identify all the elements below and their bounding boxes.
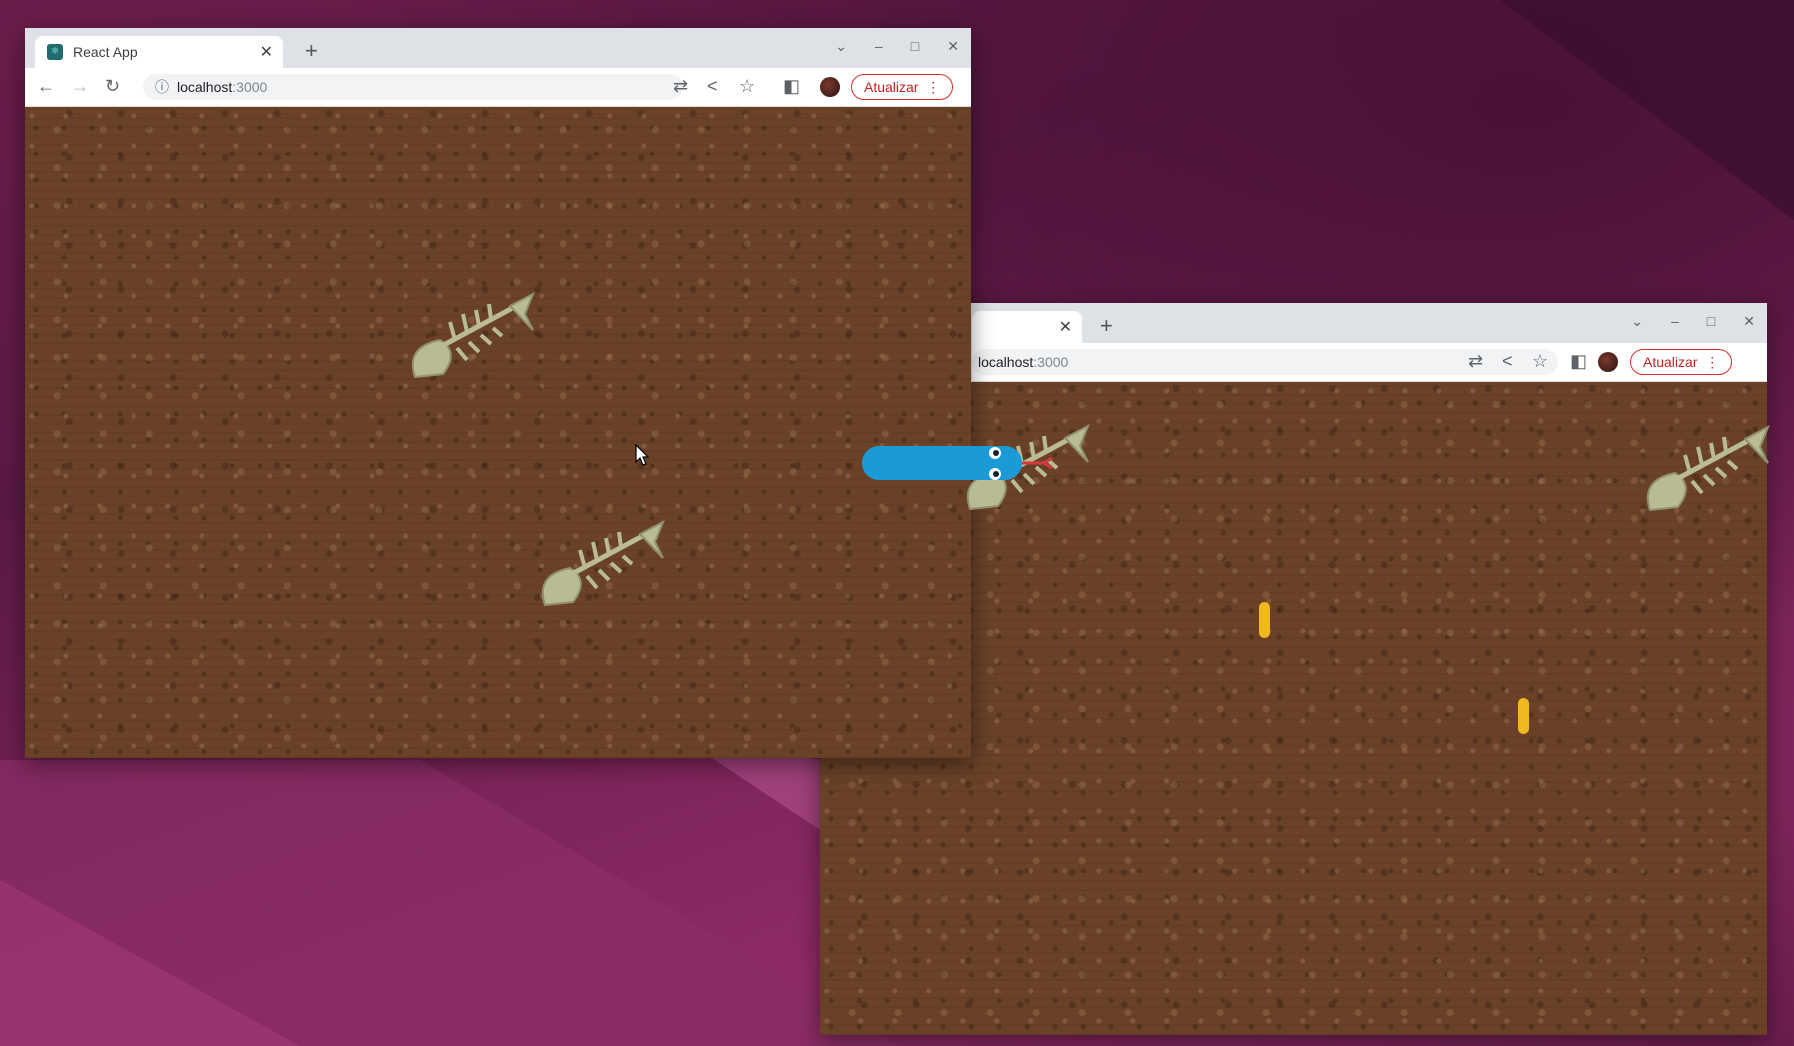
share-icon[interactable]: < bbox=[1502, 351, 1513, 372]
url-host: localhost bbox=[978, 354, 1034, 370]
update-button-label: Atualizar bbox=[864, 79, 919, 95]
tab-active[interactable]: ✕ bbox=[972, 311, 1082, 343]
minimize-icon[interactable]: – bbox=[1671, 313, 1679, 330]
reload-icon[interactable]: ↻ bbox=[105, 76, 120, 97]
mouse-cursor-icon bbox=[635, 444, 650, 466]
url-port: :3000 bbox=[1033, 354, 1069, 370]
update-button[interactable]: Atualizar ⋮ bbox=[1630, 349, 1733, 375]
maximize-icon[interactable]: □ bbox=[911, 38, 919, 55]
update-button-label: Atualizar bbox=[1643, 354, 1698, 370]
chevron-down-icon[interactable]: ⌄ bbox=[1631, 313, 1643, 330]
avatar[interactable] bbox=[1598, 352, 1618, 372]
update-button[interactable]: Atualizar ⋮ bbox=[851, 74, 954, 100]
fish-skeleton-icon bbox=[411, 292, 535, 379]
address-bar[interactable]: ⓘ localhost:3000 bbox=[143, 74, 683, 100]
maximize-icon[interactable]: □ bbox=[1707, 313, 1715, 330]
browser-window-left: ⚛ React App ✕ + ⌄ – □ ✕ ← → ↻ ⓘ localhos… bbox=[25, 28, 971, 758]
url-port: :3000 bbox=[232, 79, 268, 95]
minimize-icon[interactable]: – bbox=[875, 38, 883, 55]
window-controls: ⌄ – □ ✕ bbox=[1631, 313, 1755, 330]
sidepanel-icon[interactable]: ◧ bbox=[783, 76, 800, 97]
food-pellet bbox=[1259, 602, 1270, 638]
back-icon[interactable]: ← bbox=[37, 76, 55, 97]
window-controls: ⌄ – □ ✕ bbox=[835, 38, 959, 55]
new-tab-icon[interactable]: + bbox=[305, 38, 318, 64]
food-pellet bbox=[1518, 698, 1529, 734]
snake-player bbox=[862, 446, 1053, 480]
translate-icon[interactable]: ⇄ bbox=[673, 76, 688, 97]
share-icon[interactable]: < bbox=[707, 76, 718, 97]
tab-bar: ✕ + ⌄ – □ ✕ bbox=[972, 303, 1767, 343]
game-canvas-left[interactable] bbox=[25, 107, 971, 758]
translate-icon[interactable]: ⇄ bbox=[1468, 351, 1483, 372]
tab-bar: ⚛ React App ✕ + ⌄ – □ ✕ bbox=[25, 28, 971, 68]
site-info-icon[interactable]: ⓘ bbox=[155, 77, 169, 97]
fish-skeleton-icon bbox=[1646, 425, 1770, 512]
star-icon[interactable]: ☆ bbox=[739, 76, 755, 97]
forward-icon[interactable]: → bbox=[71, 76, 89, 97]
close-tab-icon[interactable]: ✕ bbox=[260, 42, 273, 62]
avatar[interactable] bbox=[820, 77, 840, 97]
chevron-down-icon[interactable]: ⌄ bbox=[835, 38, 847, 55]
close-icon[interactable]: ✕ bbox=[947, 38, 959, 55]
tab-title: React App bbox=[73, 44, 138, 60]
close-icon[interactable]: ✕ bbox=[1743, 313, 1755, 330]
toolbar: ← → ↻ ⓘ localhost:3000 ⇄ < ☆ ◧ Atualizar… bbox=[25, 68, 971, 107]
close-tab-icon[interactable]: ✕ bbox=[1059, 317, 1072, 337]
fish-skeleton-icon bbox=[541, 520, 665, 607]
url-host: localhost bbox=[177, 79, 233, 95]
new-tab-icon[interactable]: + bbox=[1100, 313, 1113, 339]
react-favicon-icon: ⚛ bbox=[47, 44, 63, 60]
star-icon[interactable]: ☆ bbox=[1532, 351, 1548, 372]
tab-react-app[interactable]: ⚛ React App ✕ bbox=[35, 36, 283, 68]
sidepanel-icon[interactable]: ◧ bbox=[1570, 351, 1587, 372]
toolbar: localhost:3000 ⇄ < ☆ ◧ Atualizar ⋮ bbox=[972, 343, 1767, 382]
